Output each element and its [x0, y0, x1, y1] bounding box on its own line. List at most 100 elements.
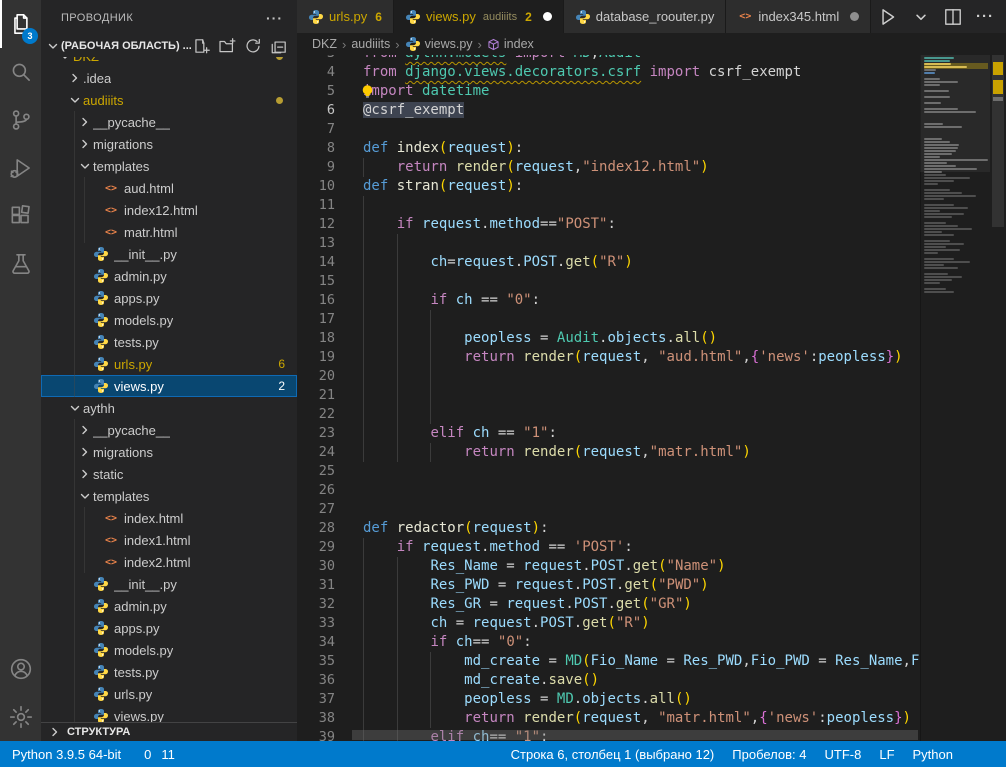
tab-urls.py[interactable]: urls.py6: [297, 0, 394, 33]
tree-item-migrations[interactable]: migrations: [41, 133, 297, 155]
code-line[interactable]: 38 return render(request, "matr.html",{'…: [297, 709, 920, 728]
code-line[interactable]: 12 if request.method=="POST":: [297, 215, 920, 234]
code-line[interactable]: 32 Res_GR = request.POST.get("GR"): [297, 595, 920, 614]
code-line[interactable]: 18 peopless = Audit.objects.all(): [297, 329, 920, 348]
code-line[interactable]: 8def index(request):: [297, 139, 920, 158]
tree-item-views.py[interactable]: views.py: [41, 705, 297, 722]
tree-item-admin.py[interactable]: admin.py: [41, 595, 297, 617]
horizontal-scrollbar-thumb[interactable]: [352, 730, 918, 740]
breadcrumb-audiiits[interactable]: audiiits: [351, 37, 390, 51]
outline-section-header[interactable]: СТРУКТУРА: [41, 722, 297, 741]
tree-item-__init__.py[interactable]: __init__.py: [41, 243, 297, 265]
activity-account[interactable]: [0, 645, 41, 693]
overview-ruler[interactable]: [990, 55, 1006, 741]
eol-status[interactable]: LF: [870, 747, 903, 762]
breadcrumb-index[interactable]: index: [487, 37, 534, 51]
language-mode-status[interactable]: Python: [904, 747, 962, 762]
tree-item-DKZ[interactable]: DKZ: [41, 57, 297, 67]
activity-source-control[interactable]: [0, 96, 41, 144]
tree-item-index12.html[interactable]: <>index12.html: [41, 199, 297, 221]
tab-views.py[interactable]: views.pyaudiiits2: [394, 0, 564, 33]
new-file-button[interactable]: [191, 36, 211, 56]
tree-item-urls.py[interactable]: urls.py6: [41, 353, 297, 375]
workspace-section-header[interactable]: (РАБОЧАЯ ОБЛАСТЬ) ...: [41, 35, 297, 57]
tree-item-index2.html[interactable]: <>index2.html: [41, 551, 297, 573]
code-line[interactable]: 15: [297, 272, 920, 291]
code-line[interactable]: 25: [297, 462, 920, 481]
code-line[interactable]: 23 elif ch == "1":: [297, 424, 920, 443]
code-editor[interactable]: 3from aythh.models import MD,Audit4from …: [297, 55, 920, 741]
code-line[interactable]: 30 Res_Name = request.POST.get("Name"): [297, 557, 920, 576]
activity-settings[interactable]: [0, 693, 41, 741]
cursor-position-status[interactable]: Строка 6, столбец 1 (выбрано 12): [502, 747, 724, 762]
activity-run-debug[interactable]: [0, 144, 41, 192]
tree-item-static[interactable]: static: [41, 463, 297, 485]
code-line[interactable]: 7: [297, 120, 920, 139]
code-line[interactable]: 34 if ch== "0":: [297, 633, 920, 652]
more-actions-button[interactable]: ···: [976, 8, 994, 25]
code-line[interactable]: 10def stran(request):: [297, 177, 920, 196]
activity-testing[interactable]: [0, 240, 41, 288]
activity-extensions[interactable]: [0, 192, 41, 240]
run-button[interactable]: [877, 6, 899, 28]
code-line[interactable]: 36 md_create.save(): [297, 671, 920, 690]
tree-item-__init__.py[interactable]: __init__.py: [41, 573, 297, 595]
code-line[interactable]: 33 ch = request.POST.get("R"): [297, 614, 920, 633]
python-interpreter-status[interactable]: Python 3.9.5 64-bit: [0, 741, 130, 767]
tree-item-admin.py[interactable]: admin.py: [41, 265, 297, 287]
activity-search[interactable]: [0, 48, 41, 96]
tree-item-__pycache__[interactable]: __pycache__: [41, 419, 297, 441]
tree-item-tests.py[interactable]: tests.py: [41, 331, 297, 353]
refresh-button[interactable]: [243, 36, 263, 56]
tree-item-index.html[interactable]: <>index.html: [41, 507, 297, 529]
problems-status[interactable]: 0 11: [130, 741, 184, 767]
code-line[interactable]: 4from django.views.decorators.csrf impor…: [297, 63, 920, 82]
indentation-status[interactable]: Пробелов: 4: [723, 747, 815, 762]
code-line[interactable]: 26: [297, 481, 920, 500]
lightbulb-icon[interactable]: [360, 84, 375, 105]
tree-item-urls.py[interactable]: urls.py: [41, 683, 297, 705]
code-line[interactable]: 9 return render(request,"index12.html"): [297, 158, 920, 177]
code-line[interactable]: 14 ch=request.POST.get("R"): [297, 253, 920, 272]
code-line[interactable]: 27: [297, 500, 920, 519]
code-line[interactable]: 37 peopless = MD.objects.all(): [297, 690, 920, 709]
tree-item-apps.py[interactable]: apps.py: [41, 617, 297, 639]
breadcrumb-DKZ[interactable]: DKZ: [312, 37, 337, 51]
tree-item-views.py[interactable]: views.py2: [41, 375, 297, 397]
split-editor-button[interactable]: [943, 7, 963, 27]
code-line[interactable]: 5import datetime: [297, 82, 920, 101]
code-line[interactable]: 29 if request.method == 'POST':: [297, 538, 920, 557]
more-actions-icon[interactable]: ···: [266, 10, 283, 26]
code-line[interactable]: 6@csrf_exempt: [297, 101, 920, 120]
tree-item-apps.py[interactable]: apps.py: [41, 287, 297, 309]
tree-item-index1.html[interactable]: <>index1.html: [41, 529, 297, 551]
minimap[interactable]: [920, 55, 990, 741]
encoding-status[interactable]: UTF-8: [816, 747, 871, 762]
new-folder-button[interactable]: [217, 36, 237, 56]
run-dropdown-button[interactable]: [912, 8, 930, 26]
code-line[interactable]: 19 return render(request, "aud.html",{'n…: [297, 348, 920, 367]
tab-index345.html[interactable]: <>index345.html: [726, 0, 871, 33]
tree-item-templates[interactable]: templates: [41, 155, 297, 177]
code-line[interactable]: 3from aythh.models import MD,Audit: [297, 55, 920, 63]
tree-item-aud.html[interactable]: <>aud.html: [41, 177, 297, 199]
code-line[interactable]: 28def redactor(request):: [297, 519, 920, 538]
code-line[interactable]: 13: [297, 234, 920, 253]
code-line[interactable]: 17: [297, 310, 920, 329]
breadcrumb-views.py[interactable]: views.py: [405, 36, 473, 52]
tab-database_roouter.py[interactable]: database_roouter.py: [564, 0, 727, 33]
tree-item-migrations[interactable]: migrations: [41, 441, 297, 463]
code-line[interactable]: 20: [297, 367, 920, 386]
tree-item-matr.html[interactable]: <>matr.html: [41, 221, 297, 243]
tree-item-tests.py[interactable]: tests.py: [41, 661, 297, 683]
tree-item-models.py[interactable]: models.py: [41, 309, 297, 331]
code-line[interactable]: 16 if ch == "0":: [297, 291, 920, 310]
code-line[interactable]: 21: [297, 386, 920, 405]
code-line[interactable]: 11: [297, 196, 920, 215]
code-line[interactable]: 22: [297, 405, 920, 424]
tree-item-models.py[interactable]: models.py: [41, 639, 297, 661]
code-line[interactable]: 35 md_create = MD(Fio_Name = Res_PWD,Fio…: [297, 652, 920, 671]
tree-item-.idea[interactable]: .idea: [41, 67, 297, 89]
collapse-all-button[interactable]: [269, 36, 289, 56]
tree-item-templates[interactable]: templates: [41, 485, 297, 507]
